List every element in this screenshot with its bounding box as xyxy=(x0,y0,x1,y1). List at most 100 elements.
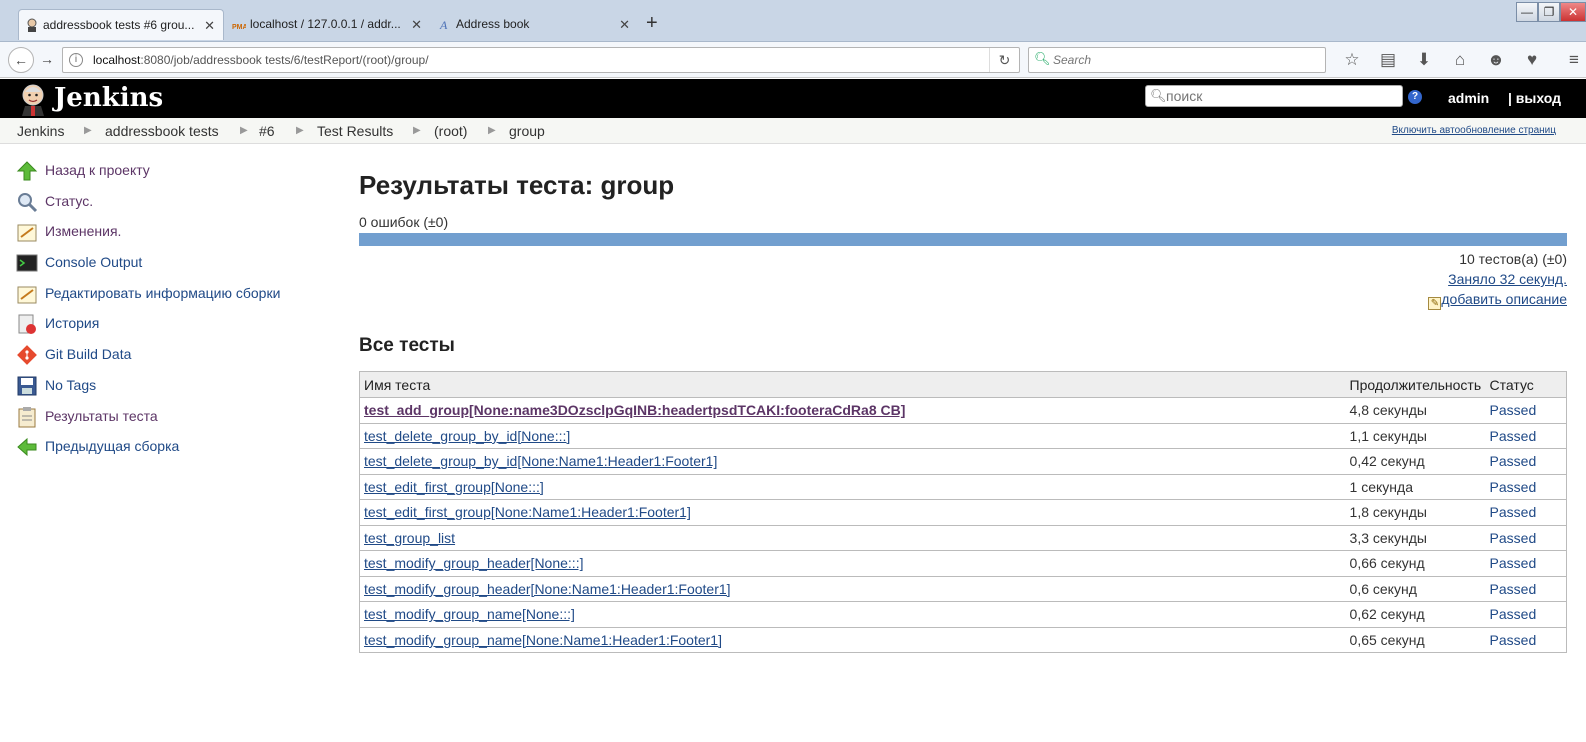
browser-tab-3[interactable]: A Address book ✕ xyxy=(432,9,638,40)
user-link[interactable]: admin xyxy=(1448,90,1489,106)
table-row: test_edit_first_group[None:Name1:Header1… xyxy=(359,499,1567,526)
jenkins-icon xyxy=(27,18,37,32)
close-icon[interactable]: ✕ xyxy=(619,9,630,40)
column-header-duration[interactable]: Продолжительность xyxy=(1345,371,1486,398)
test-duration-cell: 1,8 секунды xyxy=(1345,499,1486,526)
sidebar-item-history[interactable]: История xyxy=(16,311,336,342)
sidebar-item-label: No Tags xyxy=(45,376,97,393)
table-row: test_delete_group_by_id[None:Name1:Heade… xyxy=(359,448,1567,475)
test-duration-cell: 0,62 секунд xyxy=(1345,601,1486,628)
url-host: localhost xyxy=(93,53,141,67)
sidebar-item-status[interactable]: Статус. xyxy=(16,189,336,220)
logout-link[interactable]: | выход xyxy=(1508,90,1561,106)
jenkins-search-input[interactable] xyxy=(1166,88,1396,104)
test-status-cell: Passed xyxy=(1485,576,1567,602)
forward-icon[interactable]: → xyxy=(34,47,60,73)
test-duration-cell: 4,8 секунды xyxy=(1345,397,1486,424)
test-name-cell: test_modify_group_name[None:::] xyxy=(359,601,1346,628)
main-content: Результаты теста: group 0 ошибок (±0) 10… xyxy=(359,160,1567,653)
duration-link[interactable]: Заняло 32 секунд. xyxy=(1448,271,1567,287)
restore-icon[interactable]: ❐ xyxy=(1538,2,1560,22)
test-name-link[interactable]: test_modify_group_name[None:Name1:Header… xyxy=(364,632,722,648)
reading-list-icon[interactable]: ▤ xyxy=(1370,50,1406,70)
table-header-row: Имя теста Продолжительность Статус xyxy=(359,371,1567,398)
url-bar[interactable]: i localhost:8080/job/addressbook tests/6… xyxy=(62,47,1020,73)
chat-icon[interactable]: ☻ xyxy=(1478,50,1514,70)
test-name-link[interactable]: test_modify_group_name[None:::] xyxy=(364,606,575,622)
help-icon[interactable]: ? xyxy=(1408,90,1422,104)
sidebar-item-label: Изменения. xyxy=(45,223,122,240)
sidebar-item-label: Предыдущая сборка xyxy=(45,438,180,455)
sidebar-item-console-output[interactable]: Console Output xyxy=(16,250,336,281)
browser-tab-3-title: Address book xyxy=(456,17,530,31)
terminal-icon xyxy=(16,254,38,272)
column-header-status[interactable]: Статус xyxy=(1485,371,1567,398)
test-name-link[interactable]: test_delete_group_by_id[None:::] xyxy=(364,428,570,444)
svg-text:A: A xyxy=(439,18,448,31)
test-name-link[interactable]: test_edit_first_group[None:::] xyxy=(364,479,544,495)
test-name-cell: test_modify_group_name[None:Name1:Header… xyxy=(359,627,1346,653)
download-icon[interactable]: ⬇ xyxy=(1406,50,1442,70)
test-name-link[interactable]: test_add_group[None:name3DOzsclpGqINB:he… xyxy=(364,402,905,418)
enable-autorefresh-link[interactable]: Включить автообновление страниц xyxy=(1392,125,1556,136)
tests-table: Имя теста Продолжительность Статус test_… xyxy=(359,371,1567,653)
new-tab-button[interactable]: + xyxy=(646,12,658,34)
close-icon[interactable]: ✕ xyxy=(411,9,422,40)
column-header-test-name[interactable]: Имя теста xyxy=(359,371,1346,398)
test-name-cell: test_delete_group_by_id[None:Name1:Heade… xyxy=(359,448,1346,475)
breadcrumb-item-jenkins[interactable]: Jenkins xyxy=(17,123,64,139)
table-row: test_add_group[None:name3DOzsclpGqINB:he… xyxy=(359,397,1567,424)
breadcrumb-item-build[interactable]: #6 xyxy=(259,123,275,139)
back-icon[interactable]: ← xyxy=(8,47,34,73)
breadcrumb-item-root[interactable]: (root) xyxy=(434,123,467,139)
failure-count: 0 ошибок (±0) xyxy=(359,214,449,230)
test-status-cell: Passed xyxy=(1485,627,1567,653)
sidebar-item-changes[interactable]: Изменения. xyxy=(16,219,336,250)
save-icon xyxy=(17,376,37,396)
test-duration-cell: 3,3 секунды xyxy=(1345,525,1486,551)
sidebar-item-back-to-project[interactable]: Назад к проекту xyxy=(16,158,336,189)
jenkins-logo-icon[interactable] xyxy=(16,82,50,116)
sidebar-item-git-build-data[interactable]: Git Build Data xyxy=(16,342,336,373)
test-status-cell: Passed xyxy=(1485,550,1567,577)
history-icon xyxy=(18,314,36,335)
breadcrumb-item-test-results[interactable]: Test Results xyxy=(317,123,393,139)
test-name-link[interactable]: test_group_list xyxy=(364,530,455,546)
menu-icon[interactable]: ≡ xyxy=(1556,50,1586,70)
info-icon[interactable]: i xyxy=(69,53,83,67)
browser-search-input[interactable] xyxy=(1053,52,1313,68)
add-description-link[interactable]: добавить описание xyxy=(1441,291,1567,307)
clipboard-icon xyxy=(18,406,36,427)
minimize-icon[interactable]: — xyxy=(1516,2,1538,22)
browser-tab-1[interactable]: addressbook tests #6 grou... ✕ xyxy=(18,9,224,40)
bookmark-star-icon[interactable]: ☆ xyxy=(1334,50,1370,70)
url-text[interactable]: localhost:8080/job/addressbook tests/6/t… xyxy=(93,48,429,72)
test-name-link[interactable]: test_edit_first_group[None:Name1:Header1… xyxy=(364,504,691,520)
test-name-link[interactable]: test_modify_group_header[None:::] xyxy=(364,555,583,571)
browser-tab-2[interactable]: PMA localhost / 127.0.0.1 / addr... ✕ xyxy=(226,9,430,40)
sidebar-item-edit-build-info[interactable]: Редактировать информацию сборки xyxy=(16,281,336,312)
home-icon[interactable]: ⌂ xyxy=(1442,50,1478,70)
table-row: test_delete_group_by_id[None:::] 1,1 сек… xyxy=(359,423,1567,449)
browser-search-field[interactable]: 🔍︎ xyxy=(1028,47,1326,73)
tests-count: 10 тестов(а) (±0) xyxy=(1459,251,1567,267)
jenkins-search-box[interactable]: 🔍︎ xyxy=(1145,85,1403,107)
sidebar-item-previous-build[interactable]: Предыдущая сборка xyxy=(16,434,336,465)
reload-icon[interactable]: ↻ xyxy=(989,48,1019,72)
sidebar-item-test-results[interactable]: Результаты теста xyxy=(16,404,336,435)
test-name-link[interactable]: test_modify_group_header[None:Name1:Head… xyxy=(364,581,731,597)
git-icon xyxy=(17,345,37,366)
breadcrumb-item-group[interactable]: group xyxy=(509,123,545,139)
sidebar: Назад к проекту Статус. Изменения. Conso… xyxy=(16,158,336,465)
sidebar-item-label: Git Build Data xyxy=(45,346,132,363)
test-status-cell: Passed xyxy=(1485,499,1567,526)
sidebar-item-no-tags[interactable]: No Tags xyxy=(16,373,336,404)
test-name-link[interactable]: test_delete_group_by_id[None:Name1:Heade… xyxy=(364,453,717,469)
left-arrow-icon xyxy=(17,438,37,457)
breadcrumb-item-job[interactable]: addressbook tests xyxy=(105,123,219,139)
jenkins-title[interactable]: Jenkins xyxy=(54,82,163,114)
test-status-cell: Passed xyxy=(1485,448,1567,475)
close-icon[interactable]: ✕ xyxy=(204,10,215,40)
window-close-icon[interactable]: ✕ xyxy=(1560,2,1586,22)
pocket-icon[interactable]: ♥ xyxy=(1514,50,1550,70)
